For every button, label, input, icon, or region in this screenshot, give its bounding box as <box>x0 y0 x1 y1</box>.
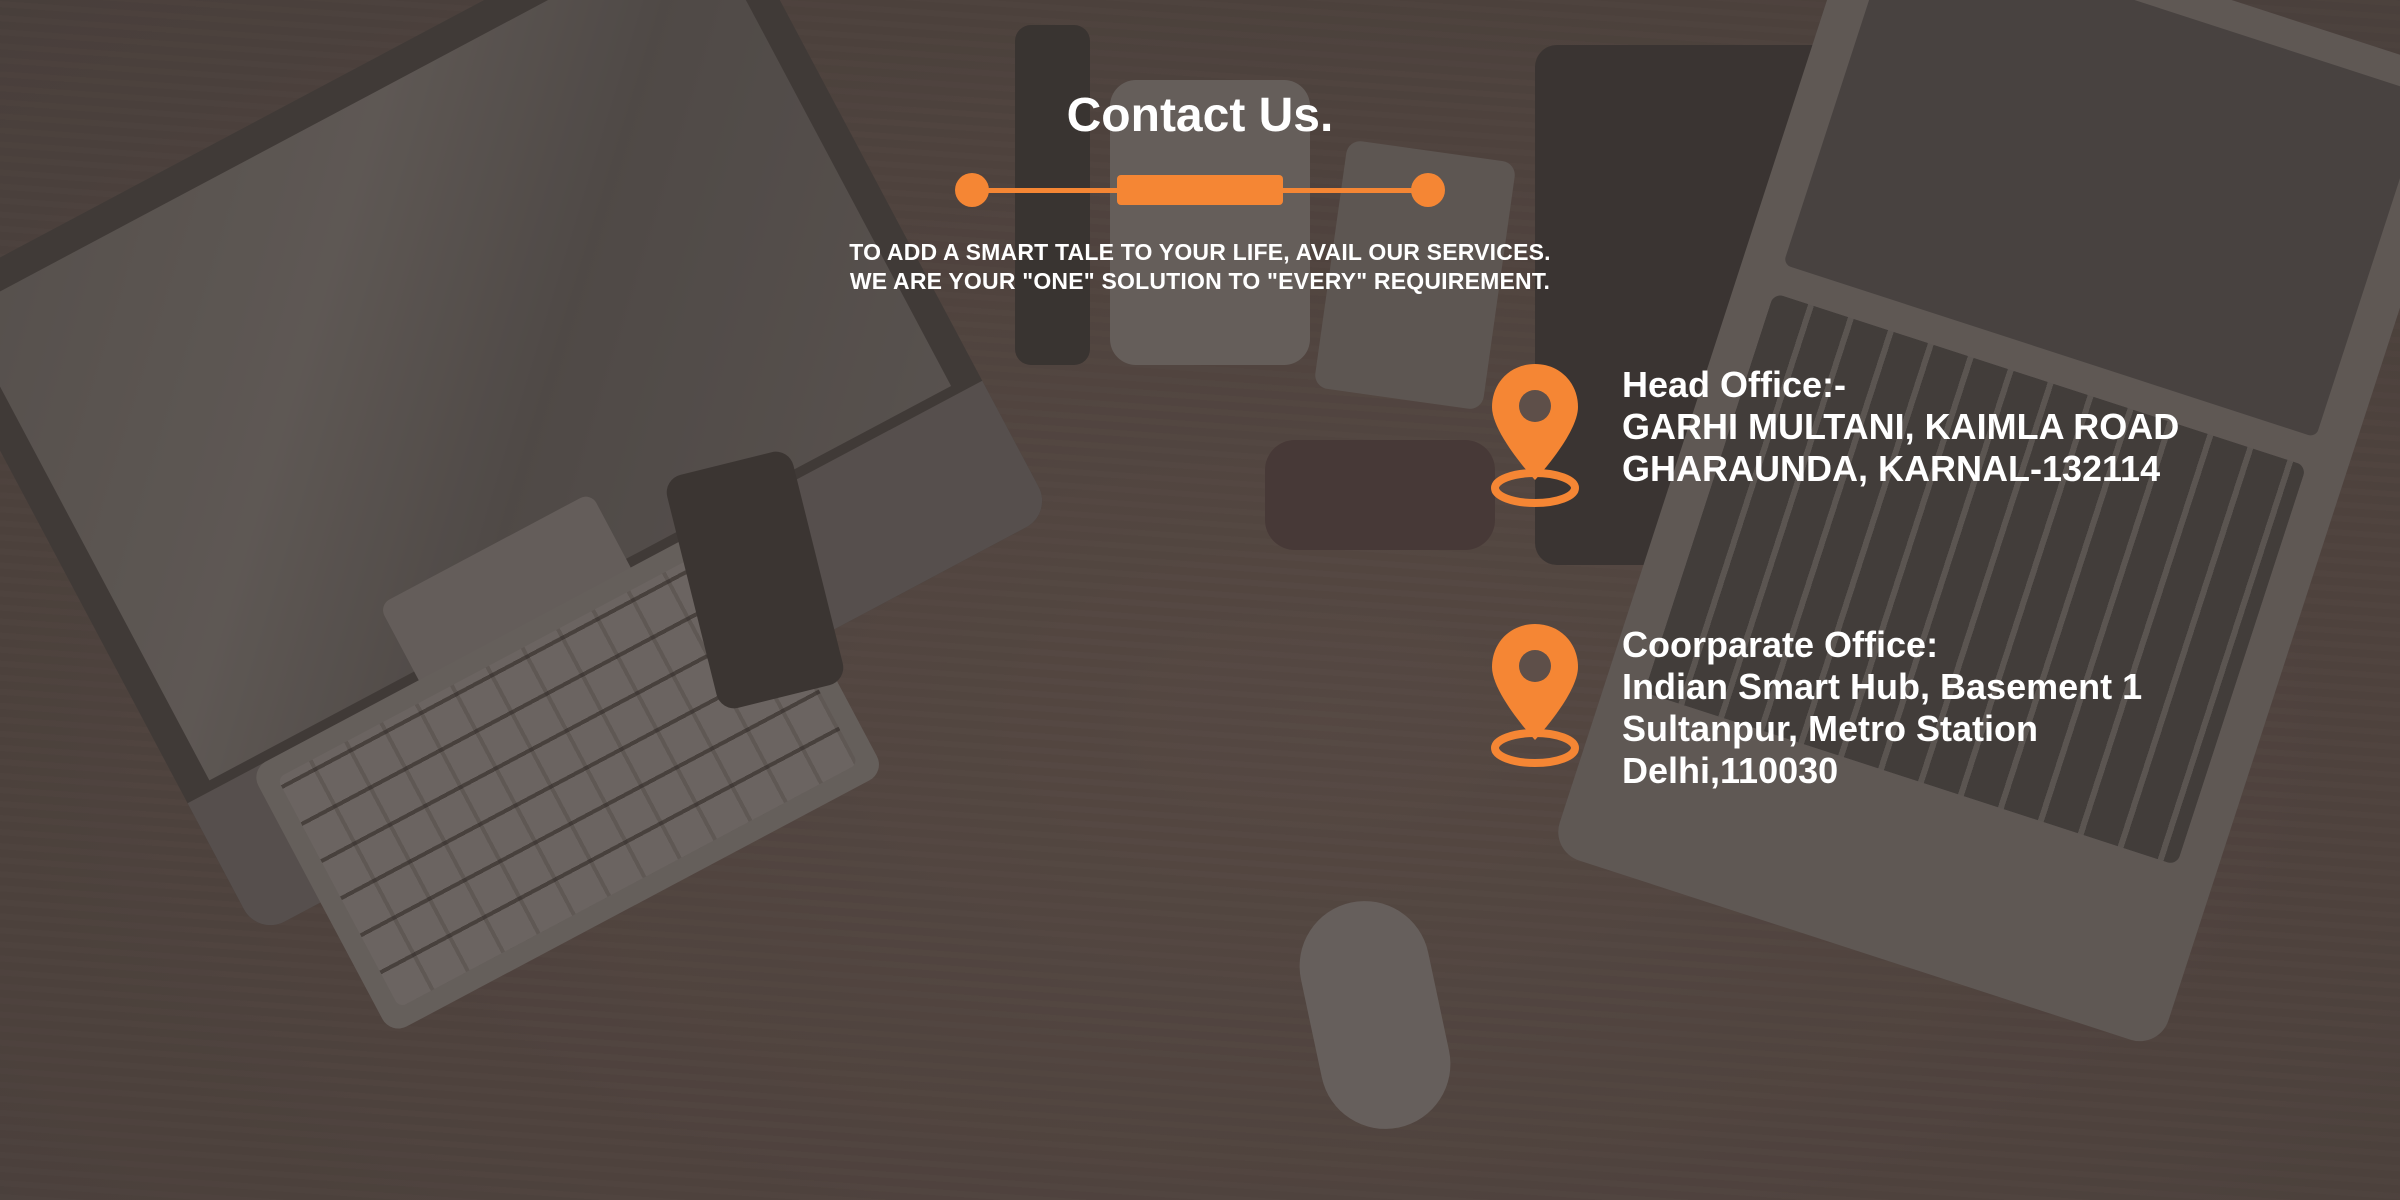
address-line: GARHI MULTANI, KAIMLA ROAD <box>1622 406 2180 447</box>
page-title: Contact Us. <box>1066 89 1334 142</box>
tagline-line-1: TO ADD A SMART TALE TO YOUR LIFE, AVAIL … <box>849 239 1551 265</box>
title-divider <box>955 172 1445 208</box>
divider-dot-left <box>955 173 989 207</box>
location-pin-icon <box>1491 364 1579 507</box>
contact-section: Contact Us. TO ADD A SMART TALE TO YOUR … <box>0 0 2400 1200</box>
address-line: Delhi,110030 <box>1622 750 1839 791</box>
tagline: TO ADD A SMART TALE TO YOUR LIFE, AVAIL … <box>780 238 1620 296</box>
divider-dot-right <box>1411 173 1445 207</box>
address-line: Sultanpur, Metro Station <box>1622 708 2039 749</box>
head-office-address: Head Office:- GARHI MULTANI, KAIMLA ROAD… <box>1622 364 2179 490</box>
address-line: Indian Smart Hub, Basement 1 <box>1622 666 2143 707</box>
tagline-line-2: WE ARE YOUR "ONE" SOLUTION TO "EVERY" RE… <box>849 268 1551 294</box>
address-line: GHARAUNDA, KARNAL-132114 <box>1622 448 2161 489</box>
divider-center-bar <box>1117 175 1283 205</box>
corporate-office-address: Coorparate Office: Indian Smart Hub, Bas… <box>1622 624 2142 792</box>
office-heading: Coorparate Office: <box>1622 624 1939 665</box>
office-heading: Head Office:- <box>1622 364 1847 405</box>
location-pin-icon <box>1491 624 1579 767</box>
